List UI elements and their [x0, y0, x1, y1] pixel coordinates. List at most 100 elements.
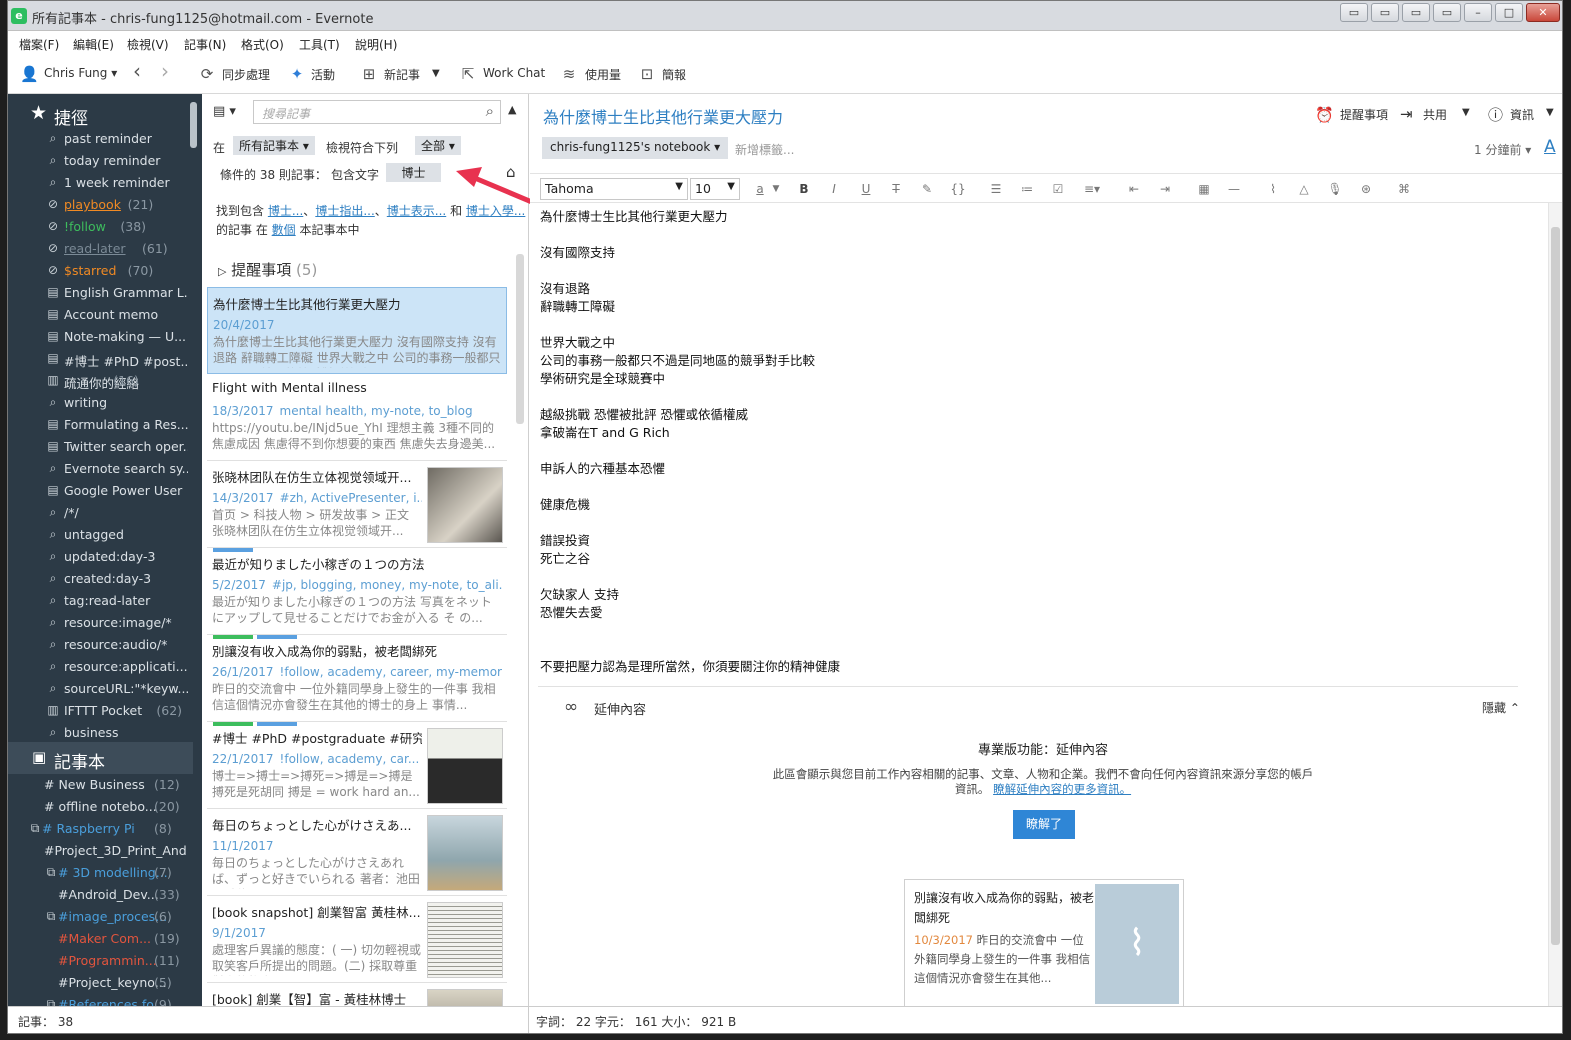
sidebar-item[interactable]: ⌕ updated:day-3: [8, 546, 188, 568]
term-link-1[interactable]: 博士...: [268, 204, 303, 218]
search-icon[interactable]: ⌕: [486, 102, 494, 120]
strikethrough-icon[interactable]: T: [886, 180, 906, 198]
reminder-button[interactable]: 提醒事項: [1340, 106, 1388, 123]
code-icon[interactable]: {}: [948, 180, 968, 198]
close-button[interactable]: ✕: [1526, 3, 1560, 22]
match-dropdown[interactable]: 全部 ▾: [415, 136, 461, 155]
sidebar-item[interactable]: ▤ Formulating a Res...: [8, 414, 188, 436]
sidebar-item[interactable]: ⌕ tag:read-later: [8, 590, 188, 612]
sidebar-item[interactable]: ⌕ 1 week reminder: [8, 172, 188, 194]
sidebar-item[interactable]: ⌕ past reminder: [8, 128, 188, 150]
info-button[interactable]: 資訊: [1510, 106, 1534, 123]
sync-button[interactable]: 同步處理: [222, 66, 270, 83]
sidebar-item[interactable]: ⊘ playbook (21): [8, 194, 188, 216]
menu-tools[interactable]: 工具(T): [299, 36, 340, 53]
sidebar-item[interactable]: ⌕ resource:image/*: [8, 612, 188, 634]
activity-button[interactable]: 活動: [311, 66, 335, 83]
sidebar-item[interactable]: ⊘ read-later (61): [8, 238, 188, 260]
term-link-4[interactable]: 博士入學...: [466, 204, 525, 218]
notebook-item[interactable]: ⧉ # 3D modelling... (7): [8, 862, 188, 884]
italic-icon[interactable]: I: [824, 180, 844, 198]
sidebar-item[interactable]: ⊘ $starred (70): [8, 260, 188, 282]
font-color-icon[interactable]: A: [1544, 137, 1556, 157]
text-color-dropdown-icon[interactable]: ▼: [766, 180, 786, 198]
term-link-2[interactable]: 博士指出...: [315, 204, 374, 218]
horizontal-rule-icon[interactable]: —: [1224, 180, 1244, 198]
context-card[interactable]: 別讓沒有收入成為你的弱點，被老闆綁死 10/3/2017 昨日的交流會中 一位外…: [904, 879, 1184, 1006]
underline-icon[interactable]: U: [856, 180, 876, 198]
updated-time[interactable]: 1 分鐘前 ▾: [1474, 141, 1531, 158]
save-search-icon[interactable]: ⌂: [506, 163, 516, 181]
notebook-item[interactable]: ⧉ #image_proces... (6): [8, 906, 188, 928]
notebook-selector[interactable]: chris-fung1125's notebook ▾: [542, 137, 729, 159]
sidebar-item[interactable]: ▤ #博士 #PhD #post...: [8, 348, 188, 370]
add-tag-input[interactable]: 新增標籤...: [735, 141, 794, 158]
sidebar-item[interactable]: ⊘ !follow (38): [8, 216, 188, 238]
menu-note[interactable]: 記事(N): [184, 36, 226, 53]
more-dropdown-icon[interactable]: ▼: [1546, 107, 1554, 118]
scope-dropdown[interactable]: 所有記事本 ▾: [233, 136, 315, 155]
present-icon[interactable]: ⊡: [638, 65, 656, 83]
bold-icon[interactable]: B: [794, 180, 814, 198]
sidebar-item[interactable]: ⌕ created:day-3: [8, 568, 188, 590]
notebooks-header[interactable]: ▣ 記事本: [8, 742, 193, 774]
learn-more-link[interactable]: 瞭解延伸內容的更多資訊。: [993, 782, 1131, 796]
usage-button[interactable]: 使用量: [585, 66, 621, 83]
menu-view[interactable]: 檢視(V): [127, 36, 169, 53]
bullet-list-icon[interactable]: ☰: [986, 180, 1006, 198]
menu-file[interactable]: 檔案(F): [19, 36, 59, 53]
note-card[interactable]: 別讓沒有收入成為你的弱點，被老闆綁死 26/1/2017 !follow, acad…: [207, 635, 507, 722]
editor-scroll-thumb[interactable]: [1551, 227, 1560, 945]
sidebar-item[interactable]: ▤ English Grammar L...: [8, 282, 188, 304]
notebook-item[interactable]: #Android_Dev... (33): [8, 884, 188, 906]
notebook-item[interactable]: #Maker Com... (19): [8, 928, 188, 950]
sidebar-item[interactable]: ⌕ untagged: [8, 524, 188, 546]
sidebar-item[interactable]: ⌕ /*/: [8, 502, 188, 524]
notebook-item[interactable]: #Project_3D_Print_And...: [8, 840, 188, 862]
sidebar-item[interactable]: ▤ Account memo: [8, 304, 188, 326]
search-input[interactable]: 搜尋記事 ⌕: [253, 100, 501, 124]
sidebar-item[interactable]: ⌕ resource:audio/*: [8, 634, 188, 656]
note-card[interactable]: 最近が知りました小稼ぎの１つの方法 5/2/2017 #jp, blogging, …: [207, 548, 507, 635]
sync-icon[interactable]: ⟳: [198, 65, 216, 83]
notebook-item[interactable]: # New Business (12): [8, 774, 188, 796]
reminders-header[interactable]: ▷ 提醒事項 (5): [218, 259, 317, 280]
highlight-icon[interactable]: ✎: [917, 180, 937, 198]
outdent-icon[interactable]: ⇤: [1124, 180, 1144, 198]
shortcuts-header[interactable]: ★ 捷徑: [8, 98, 193, 130]
encrypt-icon[interactable]: ⊛: [1356, 180, 1376, 198]
sidebar-item[interactable]: ⌕ Evernote search sy...: [8, 458, 188, 480]
menu-help[interactable]: 說明(H): [355, 36, 397, 53]
note-card[interactable]: Flight with Mental illness 18/3/2017 menta…: [207, 374, 507, 461]
view-options-icon[interactable]: ▤ ▾: [213, 104, 236, 119]
audio-icon[interactable]: 🎙: [1325, 180, 1345, 198]
note-card[interactable]: [book] 創業【智】富 - 黃桂林博士: [207, 983, 507, 1006]
usage-icon[interactable]: ≋: [560, 65, 578, 83]
note-card[interactable]: 為什麼博士生比其他行業更大壓力 20/4/2017 為什麼博士生比其他行業更大壓力 …: [207, 287, 507, 374]
note-card[interactable]: 张晓林团队在仿生立体视觉领域开... 14/3/2017 #zh, ActivePr…: [207, 461, 507, 548]
note-card[interactable]: [book snapshot] 創業智富 黃桂林... 9/1/2017 處理客戶異…: [207, 896, 507, 983]
note-title[interactable]: 為什麼博士生比其他行業更大壓力: [543, 104, 783, 128]
sidebar-item[interactable]: ▤ Note-making — U...: [8, 326, 188, 348]
got-it-button[interactable]: 瞭解了: [1013, 810, 1075, 839]
search-term-chip[interactable]: 博士: [386, 163, 441, 182]
menu-format[interactable]: 格式(O): [241, 36, 284, 53]
notebook-item[interactable]: ⧉ # Raspberry Pi (8): [8, 818, 188, 840]
work-chat-icon[interactable]: ⇱: [459, 65, 477, 83]
forward-icon[interactable]: ›: [156, 61, 174, 81]
extra-button-1[interactable]: ▭: [1340, 3, 1368, 22]
notebook-item[interactable]: #Programmin... (11): [8, 950, 188, 972]
sidebar-item[interactable]: ⌕ sourceURL:"*keyw...: [8, 678, 188, 700]
back-icon[interactable]: ‹: [128, 61, 146, 81]
note-card[interactable]: #博士 #PhD #postgraduate #研究... 22/1/2017 !f…: [207, 722, 507, 809]
sidebar-item[interactable]: ⌕ today reminder: [8, 150, 188, 172]
menu-edit[interactable]: 編輯(E): [73, 36, 114, 53]
font-family-select[interactable]: Tahoma ▼: [540, 178, 688, 200]
sidebar-item[interactable]: ▥ IFTTT Pocket (62): [8, 700, 188, 722]
info-icon[interactable]: ⓘ: [1488, 104, 1503, 125]
new-note-icon[interactable]: ⊞: [360, 65, 378, 83]
attachment-icon[interactable]: ⌇: [1263, 180, 1283, 198]
sidebar-item[interactable]: ⌕ business: [8, 722, 188, 744]
maximize-button[interactable]: □: [1495, 3, 1523, 22]
shortcuts-icon[interactable]: ⌘: [1394, 180, 1414, 198]
